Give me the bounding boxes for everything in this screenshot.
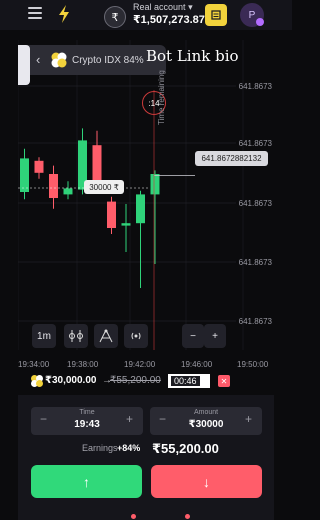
x-tick: 19:50:00 bbox=[237, 360, 269, 369]
menu-icon[interactable] bbox=[28, 7, 42, 19]
candle-body bbox=[20, 158, 29, 192]
buy-down-button[interactable]: ↓ bbox=[151, 465, 262, 498]
candle-body bbox=[49, 174, 58, 198]
candle-body bbox=[136, 194, 145, 224]
x-tick: 19:42:00 bbox=[124, 360, 156, 369]
page-indicator-dot bbox=[185, 514, 190, 519]
order-amount: ₹30,000.00 bbox=[45, 375, 97, 386]
time-minus-button[interactable]: − bbox=[40, 412, 47, 426]
price-chart[interactable]: 641.8673 641.8673 641.8673 641.8673 641.8673 bbox=[18, 40, 274, 370]
y-tick: 641.8673 bbox=[239, 139, 273, 148]
signals-icon[interactable] bbox=[124, 324, 148, 348]
amount-plus-button[interactable]: + bbox=[245, 412, 252, 426]
asset-name: Crypto IDX 84% bbox=[72, 55, 144, 66]
y-tick: 641.8673 bbox=[239, 82, 273, 91]
asset-panel-handle[interactable] bbox=[18, 45, 30, 85]
amount-minus-button[interactable]: − bbox=[159, 412, 166, 426]
buy-up-button[interactable]: ↑ bbox=[31, 465, 142, 498]
y-tick: 641.8673 bbox=[239, 317, 273, 326]
x-tick: 19:38:00 bbox=[67, 360, 99, 369]
page-indicator-dot bbox=[131, 514, 136, 519]
current-price-tag: 641.8672882132 bbox=[195, 151, 268, 166]
candle-body bbox=[150, 174, 160, 195]
candle-body bbox=[121, 223, 131, 226]
chevron-left-icon[interactable]: ‹ bbox=[36, 52, 40, 67]
time-plus-button[interactable]: + bbox=[126, 412, 133, 426]
earnings-label: Earnings bbox=[82, 443, 118, 453]
account-switcher[interactable]: Real account ▾ bbox=[133, 2, 193, 13]
y-tick: 641.8673 bbox=[239, 199, 273, 208]
earnings-percent: +84% bbox=[117, 443, 141, 453]
notes-icon[interactable] bbox=[205, 4, 227, 26]
time-remaining-label: Time remaining bbox=[157, 70, 166, 125]
chevron-down-icon: ▾ bbox=[188, 2, 193, 12]
drawing-tools-icon[interactable] bbox=[94, 324, 118, 348]
order-timer: 00:46 bbox=[168, 374, 210, 388]
zoom-in-button[interactable]: + bbox=[204, 324, 226, 348]
order-timer-value: 00:46 bbox=[171, 376, 200, 386]
x-tick: 19:34:00 bbox=[18, 360, 50, 369]
arrow-up-icon: ↑ bbox=[83, 473, 90, 490]
x-tick: 19:46:00 bbox=[181, 360, 213, 369]
candle-body bbox=[34, 160, 44, 173]
zoom-out-button[interactable]: − bbox=[182, 324, 204, 348]
crypto-idx-logo-icon bbox=[50, 51, 68, 69]
close-order-button[interactable]: ✕ bbox=[218, 375, 230, 387]
arrow-down-icon: ↓ bbox=[203, 473, 210, 490]
account-balance: ₹1,507,273.87 bbox=[133, 14, 205, 26]
earnings-amount: ₹55,200.00 bbox=[152, 441, 219, 456]
candle-body bbox=[63, 188, 73, 195]
y-tick: 641.8673 bbox=[239, 258, 273, 267]
logo-bolt-icon bbox=[57, 5, 71, 23]
overlay-caption: Bot Link bio bbox=[146, 47, 239, 65]
order-payout: ₹55,200.00 bbox=[110, 375, 161, 386]
indicators-icon[interactable] bbox=[64, 324, 88, 348]
order-asset-icon bbox=[30, 374, 44, 388]
strike-tag: 30000 ₹ bbox=[84, 180, 124, 194]
candle-body bbox=[107, 201, 116, 228]
timeframe-button[interactable]: 1m bbox=[32, 324, 56, 348]
account-label: Real account bbox=[133, 2, 186, 12]
status-dot bbox=[256, 18, 264, 26]
wallet-icon[interactable]: ₹ bbox=[104, 6, 126, 28]
candle-body bbox=[92, 145, 102, 182]
